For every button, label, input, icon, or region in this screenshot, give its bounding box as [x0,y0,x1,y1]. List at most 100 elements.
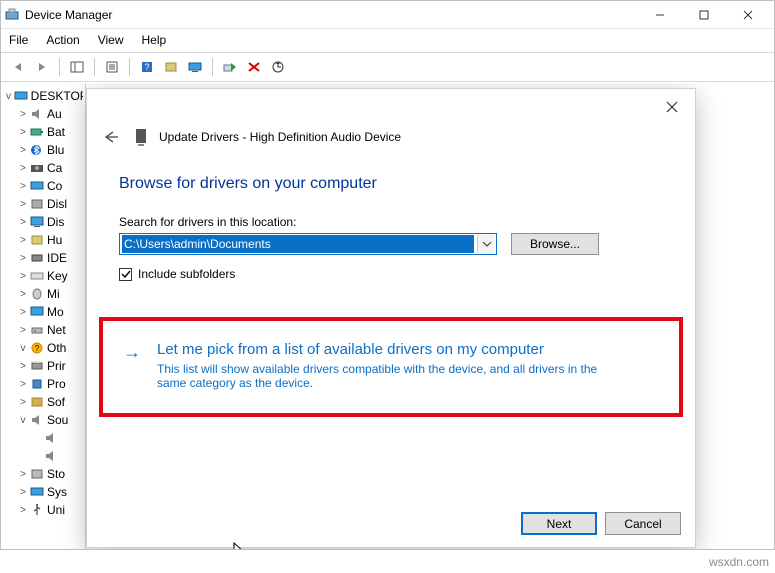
tree-twisty[interactable]: > [17,469,29,480]
tree-twisty[interactable]: > [17,379,29,390]
tree-twisty[interactable]: > [17,163,29,174]
tree-item[interactable]: >Mi [3,285,83,303]
pick-description: This list will show available drivers co… [157,362,617,390]
mouse-icon [29,287,45,301]
update-driver-monitor-icon[interactable] [184,56,206,78]
tree-item[interactable]: > Blu [3,141,83,159]
tree-item[interactable]: > Au [3,105,83,123]
minimize-button[interactable] [638,1,682,29]
dialog-title: Browse for drivers on your computer [87,153,695,205]
toolbar-separator [94,58,95,76]
tree-item[interactable]: >Sto [3,465,83,483]
tree-twisty[interactable]: > [17,199,29,210]
tree-item-label: IDE [47,251,67,265]
tree-item-label: Disl [47,197,67,211]
tree-item[interactable]: >Mo [3,303,83,321]
usb-icon [29,503,45,517]
tree-root[interactable]: v DESKTOP [3,87,83,105]
tree-item[interactable]: > Bat [3,123,83,141]
tree-twisty[interactable]: > [17,235,29,246]
tree-item[interactable]: >Net [3,321,83,339]
device-tree[interactable]: v DESKTOP >Au>Bat>Blu>Ca>Co>Disl>Dis>Hu>… [1,83,86,549]
tree-item-label: Bat [47,125,65,139]
dialog-body: Search for drivers in this location: Bro… [87,205,695,281]
browse-button[interactable]: Browse... [511,233,599,255]
tree-item-label: Uni [47,503,65,517]
include-subfolders-label: Include subfolders [138,267,235,281]
tree-twisty[interactable]: > [17,307,29,318]
tree-item[interactable]: >Key [3,267,83,285]
monitor-icon [29,305,45,319]
close-button[interactable] [726,1,770,29]
enable-device-icon[interactable] [219,56,241,78]
printer-icon [29,359,45,373]
tree-twisty[interactable]: > [17,487,29,498]
tree-item[interactable]: > Sys [3,483,83,501]
menu-file[interactable]: File [7,31,30,49]
titlebar: Device Manager [1,1,774,29]
bluetooth-icon [29,143,45,157]
tree-twisty[interactable]: v [17,343,29,354]
tree-item[interactable]: > Uni [3,501,83,519]
nav-forward-icon[interactable] [31,56,53,78]
include-subfolders-checkbox[interactable] [119,268,132,281]
include-subfolders-row[interactable]: Include subfolders [119,267,663,281]
tree-item[interactable]: > Ca [3,159,83,177]
tree-item[interactable]: >Sof [3,393,83,411]
tree-item-label: Co [47,179,62,193]
properties-icon[interactable] [101,56,123,78]
menu-view[interactable]: View [96,31,126,49]
tree-item[interactable]: >Prir [3,357,83,375]
tree-twisty[interactable]: v [3,91,14,102]
path-input[interactable] [122,235,474,253]
menu-help[interactable]: Help [140,31,169,49]
tree-item[interactable]: >Hu [3,231,83,249]
uninstall-device-icon[interactable] [243,56,265,78]
tree-item[interactable] [3,447,83,465]
path-combobox[interactable] [119,233,497,255]
tree-twisty[interactable]: > [17,289,29,300]
tree-item-label: Au [47,107,62,121]
tree-twisty[interactable]: > [17,271,29,282]
toolbar-separator [129,58,130,76]
cancel-button[interactable]: Cancel [605,512,681,535]
tree-item[interactable]: > Disl [3,195,83,213]
tree-twisty[interactable]: > [17,217,29,228]
tree-twisty[interactable]: > [17,145,29,156]
ide-icon [29,251,45,265]
manual-pick-option[interactable]: → Let me pick from a list of available d… [99,317,683,417]
update-drivers-dialog: Update Drivers - High Definition Audio D… [86,88,696,548]
dialog-buttons: Next Cancel [521,512,681,535]
tree-twisty[interactable]: > [17,361,29,372]
help-icon[interactable]: ? [136,56,158,78]
dialog-close-button[interactable] [657,95,687,119]
tree-twisty[interactable]: > [17,397,29,408]
tree-item[interactable] [3,429,83,447]
tree-twisty[interactable]: > [17,253,29,264]
tree-twisty[interactable]: > [17,181,29,192]
tree-item-label: Ca [47,161,62,175]
tree-item-label: Blu [47,143,64,157]
tree-item[interactable]: > Dis [3,213,83,231]
maximize-button[interactable] [682,1,726,29]
show-hide-tree-icon[interactable] [66,56,88,78]
dialog-back-button[interactable] [99,125,123,149]
chevron-down-icon[interactable] [477,235,495,253]
tree-item-label: Dis [47,215,64,229]
tree-item[interactable]: >Pro [3,375,83,393]
tree-item[interactable]: > IDE [3,249,83,267]
menu-action[interactable]: Action [44,31,81,49]
tree-twisty[interactable]: v [17,415,29,426]
tree-item[interactable]: v?Oth [3,339,83,357]
tree-twisty[interactable]: > [17,127,29,138]
scan-changes-icon[interactable] [267,56,289,78]
tree-twisty[interactable]: > [17,325,29,336]
nav-back-icon[interactable] [7,56,29,78]
tree-twisty[interactable]: > [17,109,29,120]
scan-hardware-icon[interactable] [160,56,182,78]
next-button[interactable]: Next [521,512,597,535]
tree-item[interactable]: vSou [3,411,83,429]
tree-item[interactable]: > Co [3,177,83,195]
tree-item-label: Sys [47,485,67,499]
tree-twisty[interactable]: > [17,505,29,516]
